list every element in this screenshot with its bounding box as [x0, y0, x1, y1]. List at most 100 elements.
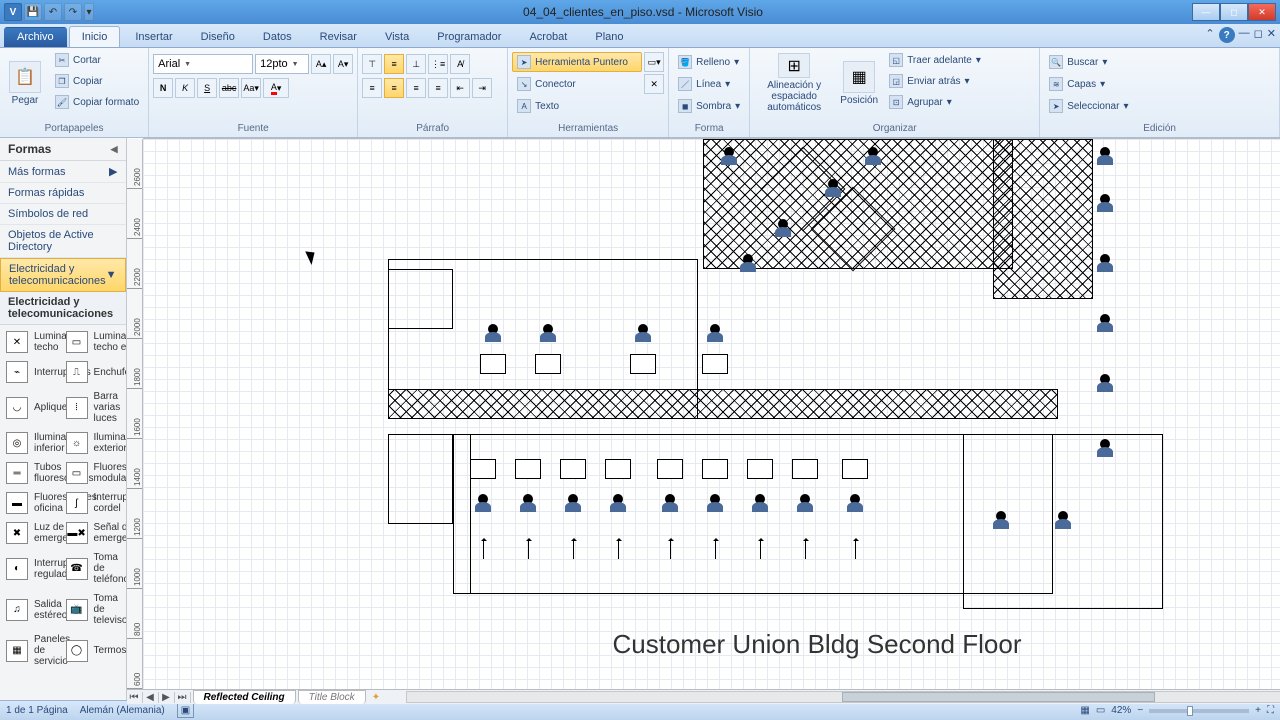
last-page-button[interactable]: ⏭: [175, 692, 191, 703]
shape-item[interactable]: ▭Fluorescentes modulares: [62, 458, 122, 488]
decrease-font-icon[interactable]: A▾: [333, 54, 353, 74]
view-full-icon[interactable]: ▭: [1096, 705, 1105, 716]
italic-button[interactable]: K: [175, 78, 195, 98]
tab-vista[interactable]: Vista: [372, 26, 422, 47]
undo-icon[interactable]: ↶: [44, 3, 62, 21]
collapse-pane-icon[interactable]: ◀: [111, 144, 118, 155]
underline-button[interactable]: S: [197, 78, 217, 98]
align-left-button[interactable]: ≡: [362, 78, 382, 98]
ribbon-minimize-icon[interactable]: ⌃: [1205, 27, 1214, 43]
font-family-dropdown[interactable]: Arial▼: [153, 54, 253, 74]
page-tab-reflected-ceiling[interactable]: Reflected Ceiling: [193, 690, 296, 704]
increase-font-icon[interactable]: A▴: [311, 54, 331, 74]
page-tab-title-block[interactable]: Title Block: [298, 690, 366, 704]
fill-button[interactable]: 🪣Relleno ▾: [673, 52, 744, 72]
macro-record-icon[interactable]: ▣: [177, 703, 194, 718]
doc-restore-icon[interactable]: ◻: [1254, 27, 1263, 43]
find-button[interactable]: 🔍Buscar ▾: [1044, 52, 1112, 72]
tab-revisar[interactable]: Revisar: [307, 26, 370, 47]
redo-icon[interactable]: ↷: [64, 3, 82, 21]
close-button[interactable]: ✕: [1248, 3, 1276, 21]
line-button[interactable]: ／Línea ▾: [673, 74, 735, 94]
indent-button[interactable]: ⇥: [472, 78, 492, 98]
view-normal-icon[interactable]: ▦: [1080, 705, 1089, 716]
shape-item[interactable]: ☼Iluminación exterior: [62, 428, 122, 458]
more-shapes-button[interactable]: Más formas▶: [0, 161, 126, 183]
tab-plano[interactable]: Plano: [582, 26, 636, 47]
bring-forward-button[interactable]: ◱Traer adelante ▾: [884, 50, 986, 70]
zoom-level[interactable]: 42%: [1111, 705, 1131, 716]
auto-align-button[interactable]: ⊞ Alineación y espaciado automáticos: [754, 50, 834, 116]
tab-diseno[interactable]: Diseño: [188, 26, 248, 47]
shape-item[interactable]: ⎍Enchufe: [62, 357, 122, 387]
horizontal-scrollbar[interactable]: [406, 691, 1280, 703]
tab-inicio[interactable]: Inicio: [69, 26, 121, 47]
justify-button[interactable]: ≡: [428, 78, 448, 98]
strike-button[interactable]: abc: [219, 78, 239, 98]
align-center-button[interactable]: ≡: [384, 78, 404, 98]
shape-item[interactable]: ▭Luminaria techo e...: [62, 327, 122, 357]
category-simbolos-de-red[interactable]: Símbolos de red: [0, 204, 126, 225]
shape-item[interactable]: ◎Iluminador inferior: [2, 428, 62, 458]
shape-item[interactable]: ☎Toma de teléfono: [62, 548, 122, 589]
font-size-dropdown[interactable]: 12pto▼: [255, 54, 309, 74]
scroll-thumb[interactable]: [842, 692, 1155, 702]
shape-item[interactable]: ◐Interruptor regulador: [2, 548, 62, 589]
close-tool-button[interactable]: ✕: [644, 74, 664, 94]
pointer-tool-button[interactable]: ➤Herramienta Puntero: [512, 52, 642, 72]
prev-page-button[interactable]: ◀: [143, 692, 159, 703]
category-formas-rapidas[interactable]: Formas rápidas: [0, 183, 126, 204]
shape-item[interactable]: 📺Toma de televisor: [62, 589, 122, 630]
maximize-button[interactable]: ◻: [1220, 3, 1248, 21]
dedent-button[interactable]: ⇤: [450, 78, 470, 98]
shape-item[interactable]: ◡Aplique: [2, 387, 62, 428]
shape-item[interactable]: ✖Luz de emergencia: [2, 518, 62, 548]
drawing-canvas[interactable]: Customer Union Bldg Second Floor video2b…: [143, 139, 1280, 689]
connector-tool-button[interactable]: ↘Conector: [512, 74, 642, 94]
fit-page-icon[interactable]: ⛶: [1267, 705, 1274, 716]
save-icon[interactable]: 💾: [24, 3, 42, 21]
visio-menu-icon[interactable]: V: [4, 3, 22, 21]
shape-item[interactable]: ═Tubos fluorescentes: [2, 458, 62, 488]
qat-dropdown-icon[interactable]: ▾: [84, 3, 94, 21]
format-painter-button[interactable]: 🖌Copiar formato: [50, 92, 144, 112]
font-color-button[interactable]: A▾: [263, 78, 289, 98]
tab-datos[interactable]: Datos: [250, 26, 305, 47]
group-button[interactable]: ⊡Agrupar ▾: [884, 92, 986, 112]
shape-item[interactable]: ⦙Barra varias luces: [62, 387, 122, 428]
cut-button[interactable]: ✂Cortar: [50, 50, 144, 70]
first-page-button[interactable]: ⏮: [127, 692, 143, 703]
doc-close-icon[interactable]: ✕: [1267, 27, 1276, 43]
shape-item[interactable]: ♫Salida estéreo: [2, 589, 62, 630]
position-button[interactable]: ▦ Posición: [838, 50, 880, 116]
text-tool-button[interactable]: ATexto: [512, 96, 642, 116]
paste-button[interactable]: 📋 Pegar: [4, 50, 46, 116]
tab-file[interactable]: Archivo: [4, 27, 67, 47]
shape-item[interactable]: ʃInterruptor cordel: [62, 488, 122, 518]
layers-button[interactable]: ≋Capas ▾: [1044, 74, 1110, 94]
shape-item[interactable]: ◯Termostato: [62, 630, 122, 671]
align-top-button[interactable]: ⊤: [362, 54, 382, 74]
tab-acrobat[interactable]: Acrobat: [516, 26, 580, 47]
clear-format-button[interactable]: A̸: [450, 54, 470, 74]
help-icon[interactable]: ?: [1219, 27, 1235, 43]
shape-item[interactable]: ⌁Interruptores: [2, 357, 62, 387]
align-right-button[interactable]: ≡: [406, 78, 426, 98]
tab-programador[interactable]: Programador: [424, 26, 514, 47]
align-bottom-button[interactable]: ⊥: [406, 54, 426, 74]
zoom-slider[interactable]: [1149, 709, 1249, 713]
shape-item[interactable]: ✕Luminaria techo: [2, 327, 62, 357]
select-button[interactable]: ➤Seleccionar ▾: [1044, 96, 1133, 116]
category-active-directory[interactable]: Objetos de Active Directory: [0, 225, 126, 258]
send-back-button[interactable]: ◲Enviar atrás ▾: [884, 71, 986, 91]
copy-button[interactable]: ❐Copiar: [50, 71, 144, 91]
category-electricidad[interactable]: Electricidad y telecomunicaciones▼: [0, 258, 126, 292]
shadow-button[interactable]: ◼Sombra ▾: [673, 96, 745, 116]
zoom-in-button[interactable]: +: [1255, 705, 1261, 716]
bold-button[interactable]: N: [153, 78, 173, 98]
tab-insertar[interactable]: Insertar: [122, 26, 185, 47]
zoom-thumb[interactable]: [1187, 706, 1193, 716]
doc-minimize-icon[interactable]: —: [1239, 27, 1250, 43]
minimize-button[interactable]: —: [1192, 3, 1220, 21]
next-page-button[interactable]: ▶: [159, 692, 175, 703]
